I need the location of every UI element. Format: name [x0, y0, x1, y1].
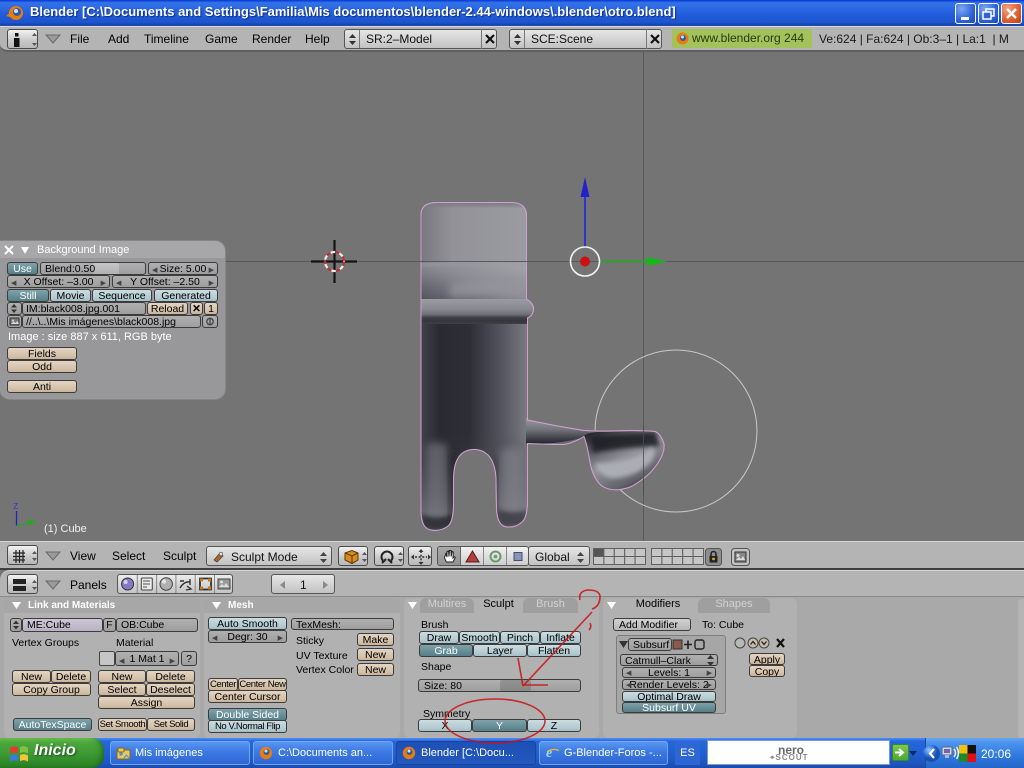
- svg-text:z: z: [13, 500, 19, 512]
- svg-text:e: e: [546, 746, 552, 760]
- svg-text:(1) Cube: (1) Cube: [44, 523, 87, 535]
